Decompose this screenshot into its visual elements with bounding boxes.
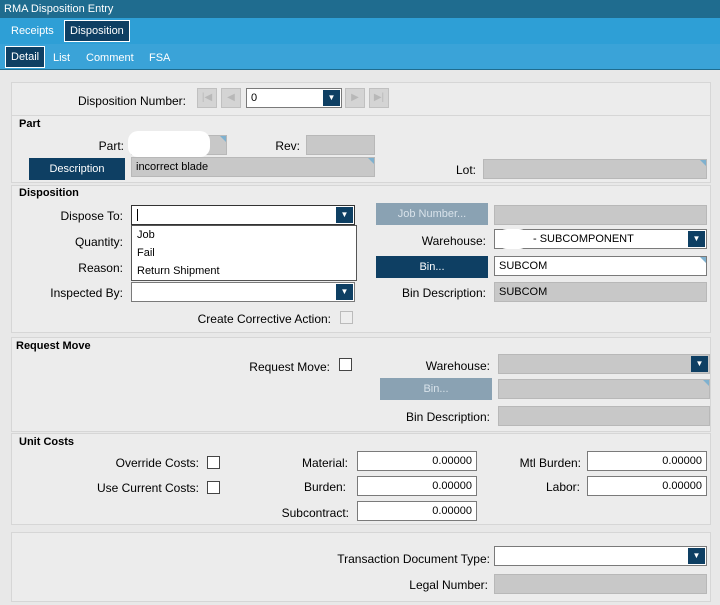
use-current-costs-label: Use Current Costs: [96, 481, 199, 495]
chevron-down-icon[interactable]: ▼ [323, 90, 340, 106]
chevron-down-icon[interactable]: ▼ [336, 284, 353, 300]
redacted-block [128, 131, 210, 157]
sub-tab-bar: Detail List Comment FSA [0, 44, 720, 70]
lot-label: Lot: [455, 163, 476, 177]
override-costs-checkbox[interactable] [207, 456, 220, 469]
request-move-warehouse-label: Warehouse: [425, 359, 490, 373]
text-cursor [137, 209, 138, 221]
request-move-bin-button[interactable]: Bin... [380, 378, 492, 400]
job-number-field[interactable] [494, 205, 707, 225]
bin-field[interactable]: SUBCOM [494, 256, 707, 276]
use-current-costs-checkbox[interactable] [207, 481, 220, 494]
redacted-block [497, 229, 529, 249]
top-tab-bar: Receipts Disposition [0, 18, 720, 44]
next-record-button[interactable]: ▶ [345, 88, 365, 108]
disposition-section-title: Disposition [19, 187, 79, 199]
request-move-section-title: Request Move [16, 340, 91, 352]
description-field[interactable]: incorrect blade [131, 157, 375, 177]
transaction-document-type-select[interactable]: ▼ [494, 546, 707, 566]
material-label: Material: [301, 456, 348, 470]
override-costs-label: Override Costs: [115, 456, 199, 470]
bin-button[interactable]: Bin... [376, 256, 488, 278]
material-field[interactable]: 0.00000 [357, 451, 477, 471]
dispose-option-job[interactable]: Job [132, 226, 356, 244]
dispose-to-label: Dispose To: [60, 209, 123, 223]
prev-record-button[interactable]: ◀ [221, 88, 241, 108]
mtl-burden-label: Mtl Burden: [519, 456, 581, 470]
tab-detail[interactable]: Detail [5, 46, 46, 68]
job-number-button[interactable]: Job Number... [376, 203, 488, 225]
bin-description-label: Bin Description: [401, 286, 486, 300]
request-move-checkbox[interactable] [339, 358, 352, 371]
dispose-to-dropdown-list: Job Fail Return Shipment [131, 225, 357, 281]
labor-label: Labor: [545, 480, 580, 494]
tab-comment[interactable]: Comment [81, 48, 139, 70]
reason-label: Reason: [78, 261, 123, 275]
last-record-button[interactable]: ▶| [369, 88, 389, 108]
bin-description-value: SUBCOM [499, 286, 548, 298]
create-corrective-action-label: Create Corrective Action: [197, 312, 331, 326]
inspected-by-label: Inspected By: [50, 286, 123, 300]
legal-number-field [494, 574, 707, 594]
tab-fsa[interactable]: FSA [144, 48, 175, 70]
part-section-title: Part [19, 118, 41, 130]
transaction-document-type-label: Transaction Document Type: [337, 552, 490, 566]
mtl-burden-field[interactable]: 0.00000 [587, 451, 707, 471]
request-move-warehouse-select[interactable]: ▼ [498, 354, 710, 374]
request-move-bin-description-field [498, 406, 710, 426]
unit-costs-section-title: Unit Costs [19, 436, 74, 448]
create-corrective-action-checkbox[interactable] [340, 311, 353, 324]
inspected-by-select[interactable]: ▼ [131, 282, 355, 302]
tab-receipts[interactable]: Receipts [6, 21, 59, 43]
request-move-bin-description-label: Bin Description: [405, 410, 490, 424]
disposition-number-value: 0 [251, 92, 258, 104]
disposition-number-select[interactable]: 0 ▼ [246, 88, 342, 108]
tab-disposition[interactable]: Disposition [64, 20, 130, 42]
window-title: RMA Disposition Entry [0, 0, 720, 18]
dispose-to-select[interactable]: ▼ [131, 205, 355, 225]
legal-number-label: Legal Number: [409, 578, 488, 592]
chevron-down-icon[interactable]: ▼ [688, 548, 705, 564]
description-button[interactable]: Description [29, 158, 125, 180]
first-record-button[interactable]: |◀ [197, 88, 217, 108]
part-label: Part: [98, 139, 124, 153]
chevron-down-icon[interactable]: ▼ [691, 356, 708, 372]
chevron-down-icon[interactable]: ▼ [336, 207, 353, 223]
rev-label: Rev: [275, 139, 300, 153]
chevron-down-icon[interactable]: ▼ [688, 231, 705, 247]
burden-field[interactable]: 0.00000 [357, 476, 477, 496]
subcontract-field[interactable]: 0.00000 [357, 501, 477, 521]
description-value: incorrect blade [136, 161, 209, 173]
subcontract-label: Subcontract: [281, 506, 349, 520]
request-move-label: Request Move: [249, 360, 330, 374]
bin-description-field: SUBCOM [494, 282, 707, 302]
rev-field[interactable] [306, 135, 375, 155]
burden-label: Burden: [303, 480, 346, 494]
labor-field[interactable]: 0.00000 [587, 476, 707, 496]
lot-field[interactable] [483, 159, 707, 179]
tab-list[interactable]: List [48, 48, 75, 70]
dispose-option-fail[interactable]: Fail [132, 244, 356, 262]
disposition-number-label: Disposition Number: [77, 94, 186, 108]
quantity-label: Quantity: [74, 235, 123, 249]
request-move-bin-field[interactable] [498, 379, 710, 399]
bin-value: SUBCOM [499, 260, 548, 272]
warehouse-label: Warehouse: [421, 234, 486, 248]
dispose-option-return-shipment[interactable]: Return Shipment [132, 262, 356, 280]
